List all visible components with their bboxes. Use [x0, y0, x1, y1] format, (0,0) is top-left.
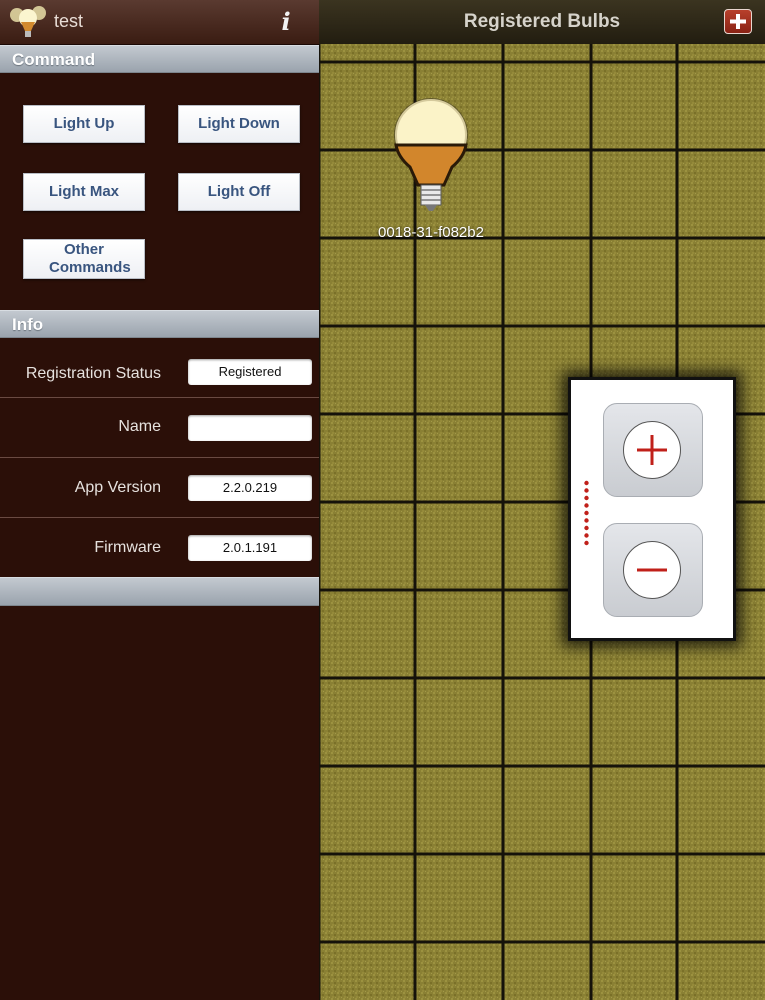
- brightness-up-button[interactable]: [603, 403, 703, 497]
- bulbs-logo-icon: [10, 6, 46, 37]
- registered-bulbs-title: Registered Bulbs: [463, 11, 621, 32]
- app-version-row: App Version 2.2.0.219: [0, 458, 319, 518]
- level-dot: [584, 480, 589, 486]
- level-dot: [584, 525, 589, 531]
- bulb-icon[interactable]: [392, 95, 470, 215]
- info-button[interactable]: i: [272, 8, 300, 36]
- light-up-button[interactable]: Light Up: [23, 105, 145, 143]
- app-version-field[interactable]: 2.2.0.219: [188, 475, 312, 501]
- registration-status-field[interactable]: Registered: [188, 359, 312, 385]
- registration-status-label: Registration Status: [25, 365, 161, 382]
- left-toolbar: test i: [0, 0, 319, 45]
- plus-icon: [623, 421, 681, 479]
- firmware-label: Firmware: [94, 539, 161, 556]
- app-name: test: [54, 11, 84, 31]
- level-dot: [584, 510, 589, 516]
- left-panel: test i Command Light Up Light Down Light…: [0, 0, 319, 1000]
- level-dot: [584, 495, 589, 501]
- dimmer-popup: [568, 377, 736, 641]
- level-dot: [584, 488, 589, 493]
- name-label: Name: [118, 418, 161, 435]
- name-field[interactable]: [188, 415, 312, 441]
- firmware-row: Firmware 2.0.1.191: [0, 518, 319, 576]
- brightness-level-indicator: [584, 480, 589, 546]
- level-dot: [584, 533, 589, 538]
- info-section-header: Info: [0, 310, 319, 338]
- level-dot: [584, 503, 589, 508]
- bulb-id-label: 0018-31-f082b2: [378, 224, 484, 241]
- plus-icon: [730, 14, 746, 29]
- add-bulb-button[interactable]: [724, 9, 752, 34]
- firmware-field[interactable]: 2.0.1.191: [188, 535, 312, 561]
- name-row: Name: [0, 398, 319, 458]
- info-icon: i: [281, 7, 291, 36]
- registration-status-row: Registration Status Registered: [0, 343, 319, 398]
- app-version-label: App Version: [74, 479, 161, 496]
- light-off-button[interactable]: Light Off: [178, 173, 300, 211]
- level-dot: [584, 518, 589, 523]
- light-max-button[interactable]: Light Max: [23, 173, 145, 211]
- minus-icon: [623, 541, 681, 599]
- light-down-button[interactable]: Light Down: [178, 105, 300, 143]
- right-toolbar: Registered Bulbs: [319, 0, 765, 45]
- level-dot: [584, 540, 589, 546]
- command-section-title: Command: [12, 50, 96, 69]
- empty-section-header: [0, 577, 319, 606]
- info-section-title: Info: [12, 315, 44, 334]
- other-commands-button[interactable]: Other Commands: [23, 239, 145, 279]
- command-section-header: Command: [0, 45, 319, 73]
- brightness-down-button[interactable]: [603, 523, 703, 617]
- other-commands-label: Other Commands: [49, 241, 131, 276]
